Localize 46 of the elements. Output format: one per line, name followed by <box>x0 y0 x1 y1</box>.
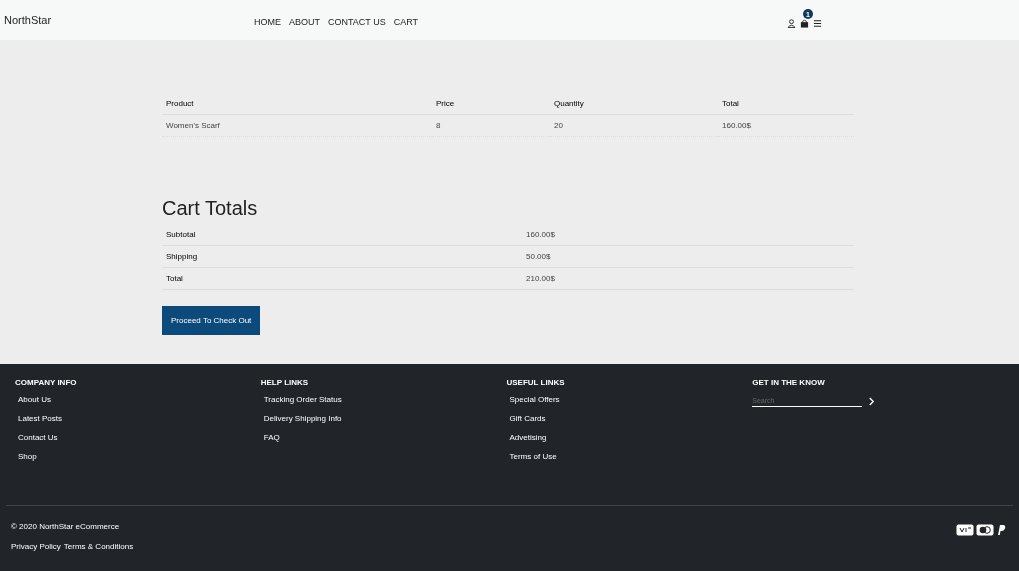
chevron-right-icon[interactable] <box>868 396 876 406</box>
credit-card-icon <box>956 524 974 536</box>
footer-link[interactable]: Gift Cards <box>509 414 546 423</box>
footer-link[interactable]: Terms of Use <box>509 452 557 461</box>
total-label: Shipping <box>166 252 198 261</box>
legal-link[interactable]: Privacy Policy <box>11 542 61 551</box>
menu-icon[interactable] <box>813 19 822 28</box>
credit-card-icon <box>976 524 994 536</box>
footer-heading: USEFUL LINKS <box>506 378 565 387</box>
nav-link[interactable]: CART <box>393 17 419 27</box>
footer-link[interactable]: Advetising <box>509 433 547 442</box>
total-value: 210.00$ <box>526 274 555 283</box>
table-cell: 160.00$ <box>722 121 751 130</box>
total-label: Subtotal <box>166 230 196 239</box>
footer-link[interactable]: FAQ <box>263 433 280 442</box>
checkout-button[interactable]: Proceed To Check Out <box>162 306 261 335</box>
brand-name[interactable]: NorthStar <box>4 14 254 26</box>
table-cell: 20 <box>554 121 563 130</box>
section-title: Cart Totals <box>162 197 259 220</box>
footer-heading: COMPANY INFO <box>15 378 77 387</box>
footer-link[interactable]: Delivery Shipping Info <box>263 414 342 423</box>
nav-link[interactable]: CONTACT US <box>328 17 386 27</box>
footer-link[interactable]: Latest Posts <box>18 414 63 423</box>
bag-icon[interactable] <box>800 19 809 28</box>
footer-link[interactable]: Contact Us <box>18 433 58 442</box>
copyright-text: © 2020 NorthStar eCommerce <box>11 522 121 531</box>
nav-link[interactable]: ABOUT <box>289 17 320 27</box>
table-cell: 8 <box>436 121 441 130</box>
table-cell: Women's Scarf <box>166 121 220 130</box>
payment-icon <box>996 524 1006 536</box>
footer-link[interactable]: Tracking Order Status <box>263 395 342 404</box>
column-header: Total <box>722 98 739 108</box>
column-header: Price <box>436 98 455 108</box>
user-icon[interactable] <box>787 19 796 28</box>
total-value: 50.00$ <box>526 252 551 261</box>
total-label: Total <box>166 274 183 283</box>
nav-link[interactable]: HOME <box>254 17 281 27</box>
column-header: Product <box>166 98 194 108</box>
footer-link[interactable]: Shop <box>18 452 37 461</box>
footer-link[interactable]: Special Offers <box>509 395 560 404</box>
footer-heading: GET IN THE KNOW <box>752 378 825 387</box>
legal-link[interactable]: Terms & Conditions <box>63 542 134 551</box>
total-value: 160.00$ <box>526 230 555 239</box>
footer-link[interactable]: About Us <box>18 395 51 404</box>
footer-heading: HELP LINKS <box>260 378 309 387</box>
column-header: Quantity <box>554 98 584 108</box>
